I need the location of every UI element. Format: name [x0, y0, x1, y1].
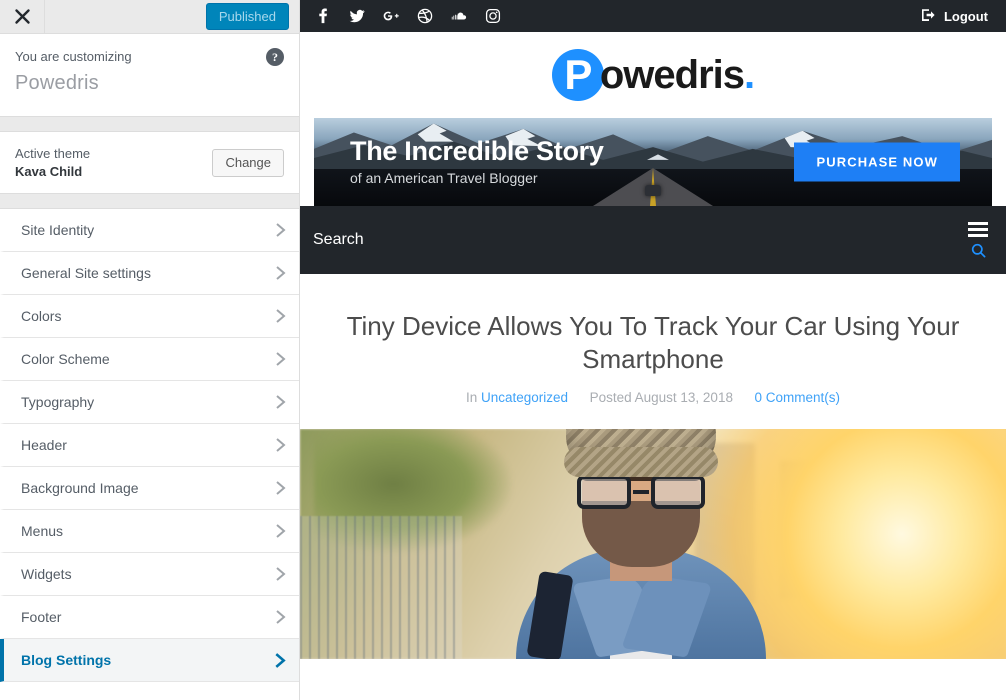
- site-title: Powedris: [15, 72, 99, 94]
- chevron-right-icon: [275, 480, 286, 496]
- sidebar-item-label: Background Image: [21, 480, 139, 496]
- glasses-bridge: [633, 490, 649, 494]
- preview-topbar: Logout: [300, 0, 1006, 32]
- post-category-link[interactable]: Uncategorized: [481, 390, 568, 405]
- sidebar-item-label: Menus: [21, 523, 64, 539]
- chevron-right-icon: [275, 609, 286, 625]
- nav-right-controls: [968, 206, 988, 274]
- burger-bar: [968, 234, 988, 237]
- glasses-lens-right: [651, 475, 705, 509]
- facebook-icon[interactable]: [315, 8, 331, 24]
- sidebar-item-site-identity[interactable]: Site Identity: [0, 209, 299, 252]
- post-header: Tiny Device Allows You To Track Your Car…: [300, 288, 1006, 405]
- publish-button[interactable]: Published: [205, 3, 289, 30]
- sidebar-item-footer[interactable]: Footer: [0, 596, 299, 639]
- question-mark-icon[interactable]: ?: [266, 48, 284, 66]
- google-plus-icon[interactable]: [383, 8, 399, 24]
- sidebar-item-color-scheme[interactable]: Color Scheme: [0, 338, 299, 381]
- chevron-right-icon: [274, 652, 286, 669]
- post-comments-link[interactable]: 0 Comment(s): [755, 390, 841, 405]
- sidebar-item-colors[interactable]: Colors: [0, 295, 299, 338]
- sidebar-item-typography[interactable]: Typography: [0, 381, 299, 424]
- content-spacer: [300, 274, 1006, 288]
- sidebar-item-blog-settings[interactable]: Blog Settings: [0, 639, 299, 682]
- change-theme-button[interactable]: Change: [212, 148, 284, 177]
- section-divider: [0, 116, 299, 132]
- person-beanie-brim: [564, 447, 718, 477]
- customizer-panel-list: Site Identity General Site settings Colo…: [0, 209, 299, 700]
- chevron-right-icon: [275, 265, 286, 281]
- customizing-info: You are customizing Powedris ?: [0, 34, 299, 117]
- promo-banner: The Incredible Story of an American Trav…: [314, 118, 992, 206]
- instagram-icon[interactable]: [485, 8, 501, 24]
- active-theme-section: Active theme Kava Child Change: [0, 132, 299, 194]
- photo-person: [491, 429, 791, 659]
- logo-initial: P: [551, 49, 604, 101]
- active-theme-name: Kava Child: [15, 163, 83, 179]
- chevron-right-icon: [275, 437, 286, 453]
- chevron-right-icon: [275, 394, 286, 410]
- post-meta: In Uncategorized Posted August 13, 2018 …: [340, 390, 966, 405]
- active-theme-label: Active theme: [15, 145, 91, 161]
- banner-car: [645, 185, 661, 196]
- chevron-right-icon: [275, 308, 286, 324]
- chevron-right-icon: [275, 523, 286, 539]
- sidebar-item-label: General Site settings: [21, 265, 151, 281]
- post-meta-in: In: [465, 390, 478, 405]
- burger-bar: [968, 222, 988, 225]
- customizer-sidebar: Published You are customizing Powedris ?…: [0, 0, 300, 700]
- sidebar-item-label: Footer: [21, 609, 62, 625]
- preview-nav-bar: Search: [300, 206, 1006, 274]
- post-featured-image: [300, 429, 1006, 659]
- purchase-now-button[interactable]: PURCHASE NOW: [794, 142, 960, 182]
- social-links: [310, 8, 501, 24]
- section-divider-2: [0, 193, 299, 209]
- twitter-icon[interactable]: [349, 8, 365, 24]
- site-logo-area: P owedris .: [300, 32, 1006, 118]
- sidebar-item-menus[interactable]: Menus: [0, 510, 299, 553]
- sidebar-item-label: Colors: [21, 308, 62, 324]
- photo-fence: [300, 516, 463, 659]
- sidebar-item-label: Color Scheme: [21, 351, 110, 367]
- banner-subtitle: of an American Travel Blogger: [350, 170, 538, 186]
- hamburger-menu-icon[interactable]: [968, 222, 988, 237]
- site-preview: Logout P owedris . The Incredible Story …: [300, 0, 1006, 700]
- customizer-screen: Published You are customizing Powedris ?…: [0, 0, 1006, 700]
- post-title: Tiny Device Allows You To Track Your Car…: [346, 311, 960, 374]
- banner-title: The Incredible Story: [350, 136, 604, 166]
- customizer-topbar: Published: [0, 0, 299, 34]
- sidebar-item-label: Blog Settings: [21, 652, 112, 668]
- sidebar-item-widgets[interactable]: Widgets: [0, 553, 299, 596]
- dribbble-icon[interactable]: [417, 8, 433, 24]
- sidebar-item-label: Typography: [21, 394, 95, 410]
- glasses-lens-left: [577, 475, 631, 509]
- active-theme-text: Active theme Kava Child: [15, 145, 90, 181]
- sidebar-item-background-image[interactable]: Background Image: [0, 467, 299, 510]
- burger-bar: [968, 228, 988, 231]
- sidebar-item-label: Widgets: [21, 566, 72, 582]
- search-label[interactable]: Search: [313, 231, 364, 249]
- close-x-icon[interactable]: [0, 0, 45, 33]
- soundcloud-icon[interactable]: [451, 8, 467, 24]
- logo-text: owedris: [599, 52, 745, 97]
- chevron-right-icon: [275, 566, 286, 582]
- logout-label: Logout: [943, 8, 988, 24]
- chevron-right-icon: [275, 222, 286, 238]
- sidebar-item-label: Header: [21, 437, 67, 453]
- banner-text: The Incredible Story of an American Trav…: [314, 136, 604, 188]
- logout-icon: [921, 8, 937, 25]
- logo-dot: .: [744, 52, 755, 97]
- sidebar-item-general-site-settings[interactable]: General Site settings: [0, 252, 299, 295]
- site-logo[interactable]: P owedris .: [551, 49, 755, 101]
- sidebar-item-header[interactable]: Header: [0, 424, 299, 467]
- sidebar-item-label: Site Identity: [21, 222, 95, 238]
- logout-link[interactable]: Logout: [921, 8, 988, 25]
- customizing-label: You are customizing: [15, 49, 132, 64]
- chevron-right-icon: [275, 351, 286, 367]
- search-icon[interactable]: [971, 243, 986, 258]
- post-date: Posted August 13, 2018: [589, 390, 733, 405]
